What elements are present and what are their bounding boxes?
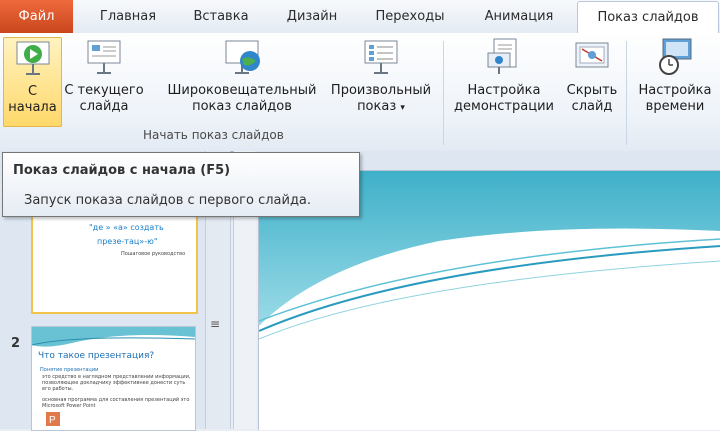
setup-show-icon (487, 38, 517, 74)
slide1-title-line1: "де » «а» создать (89, 223, 164, 232)
slide2-bullet1c: его работы. (42, 386, 74, 392)
from-start-label-2: начала (8, 100, 57, 115)
tooltip-description: Запуск показа слайдов с первого слайда. (24, 193, 312, 208)
ribbon-tab-bar: Файл Главная Вставка Дизайн Переходы Ани… (0, 0, 720, 34)
group-label-start-show: Начать показ слайдов (143, 128, 284, 142)
broadcast-label-2: показ слайдов (192, 99, 292, 114)
tab-animation[interactable]: Анимация (470, 1, 568, 32)
tab-home[interactable]: Главная (85, 1, 171, 32)
ribbon-slideshow: С начала С текущего слайда Широковещател… (0, 33, 720, 152)
slide1-subtitle: Пошаговое руководство (121, 251, 186, 257)
slide2-header-wave (32, 327, 195, 347)
setup-label-1: Настройка (467, 83, 541, 98)
from-current-label-2: слайда (79, 99, 129, 114)
tab-insert[interactable]: Вставка (178, 1, 264, 32)
from-start-button[interactable]: С начала (3, 37, 62, 127)
tooltip-title: Показ слайдов с начала (F5) (13, 163, 231, 178)
projector-screen-icon (87, 40, 121, 74)
setup-label-2: демонстрации (454, 99, 554, 114)
chevron-down-icon: ▾ (400, 103, 405, 113)
hide-slide-button[interactable]: Скрыть слайд (563, 37, 621, 125)
hide-slide-label-2: слайд (571, 99, 613, 114)
broadcast-label-1: Широковещательный (167, 83, 317, 98)
tab-slideshow[interactable]: Показ слайдов (577, 1, 719, 34)
timings-label-2: времени (645, 99, 705, 114)
tab-design[interactable]: Дизайн (274, 1, 350, 32)
slide-thumbnail-2[interactable]: Что такое презентация? Понятие презентац… (31, 326, 196, 431)
from-start-label-1: С (27, 84, 38, 99)
tab-file[interactable]: Файл (0, 0, 73, 33)
slide2-title: Что такое презентация? (38, 351, 155, 361)
svg-text:P: P (49, 415, 56, 426)
custom-show-label-2: показ (357, 99, 397, 114)
stopwatch-icon (659, 38, 692, 75)
hide-slide-label-1: Скрыть (566, 83, 618, 98)
hide-slide-icon (575, 42, 609, 68)
from-current-button[interactable]: С текущего слайда (63, 37, 145, 125)
tooltip-from-start: Показ слайдов с начала (F5) Запуск показ… (2, 152, 360, 217)
tab-transitions[interactable]: Переходы (364, 1, 456, 32)
slide2-bullet2b: Microsoft Power Point (42, 403, 96, 409)
powerpoint-icon: P (46, 412, 60, 426)
slide-thumbnail-1[interactable]: "де » «а» создать презе-тац»-ю" Пошагово… (31, 211, 198, 314)
rehearse-timings-button[interactable]: Настройка времени (632, 37, 718, 125)
slide2-heading: Понятие презентации (40, 367, 99, 373)
broadcast-button[interactable]: Широковещательный показ слайдов (162, 37, 322, 125)
slide-number-2: 2 (11, 336, 21, 351)
group-separator (443, 41, 444, 145)
custom-show-label-1: Произвольный (330, 83, 432, 98)
custom-show-list-icon (364, 40, 398, 74)
broadcast-globe-icon (225, 40, 260, 74)
play-slideshow-icon (16, 41, 49, 75)
from-current-label-1: С текущего (64, 83, 144, 98)
custom-show-button[interactable]: Произвольный показ ▾ (325, 37, 437, 125)
splitter-grip-icon[interactable]: ≡ (210, 317, 220, 331)
group-separator-2 (626, 41, 627, 145)
slide1-title-line2: презе-тац»-ю" (97, 237, 158, 246)
setup-show-button[interactable]: Настройка демонстрации (449, 37, 559, 125)
timings-label-1: Настройка (638, 83, 712, 98)
